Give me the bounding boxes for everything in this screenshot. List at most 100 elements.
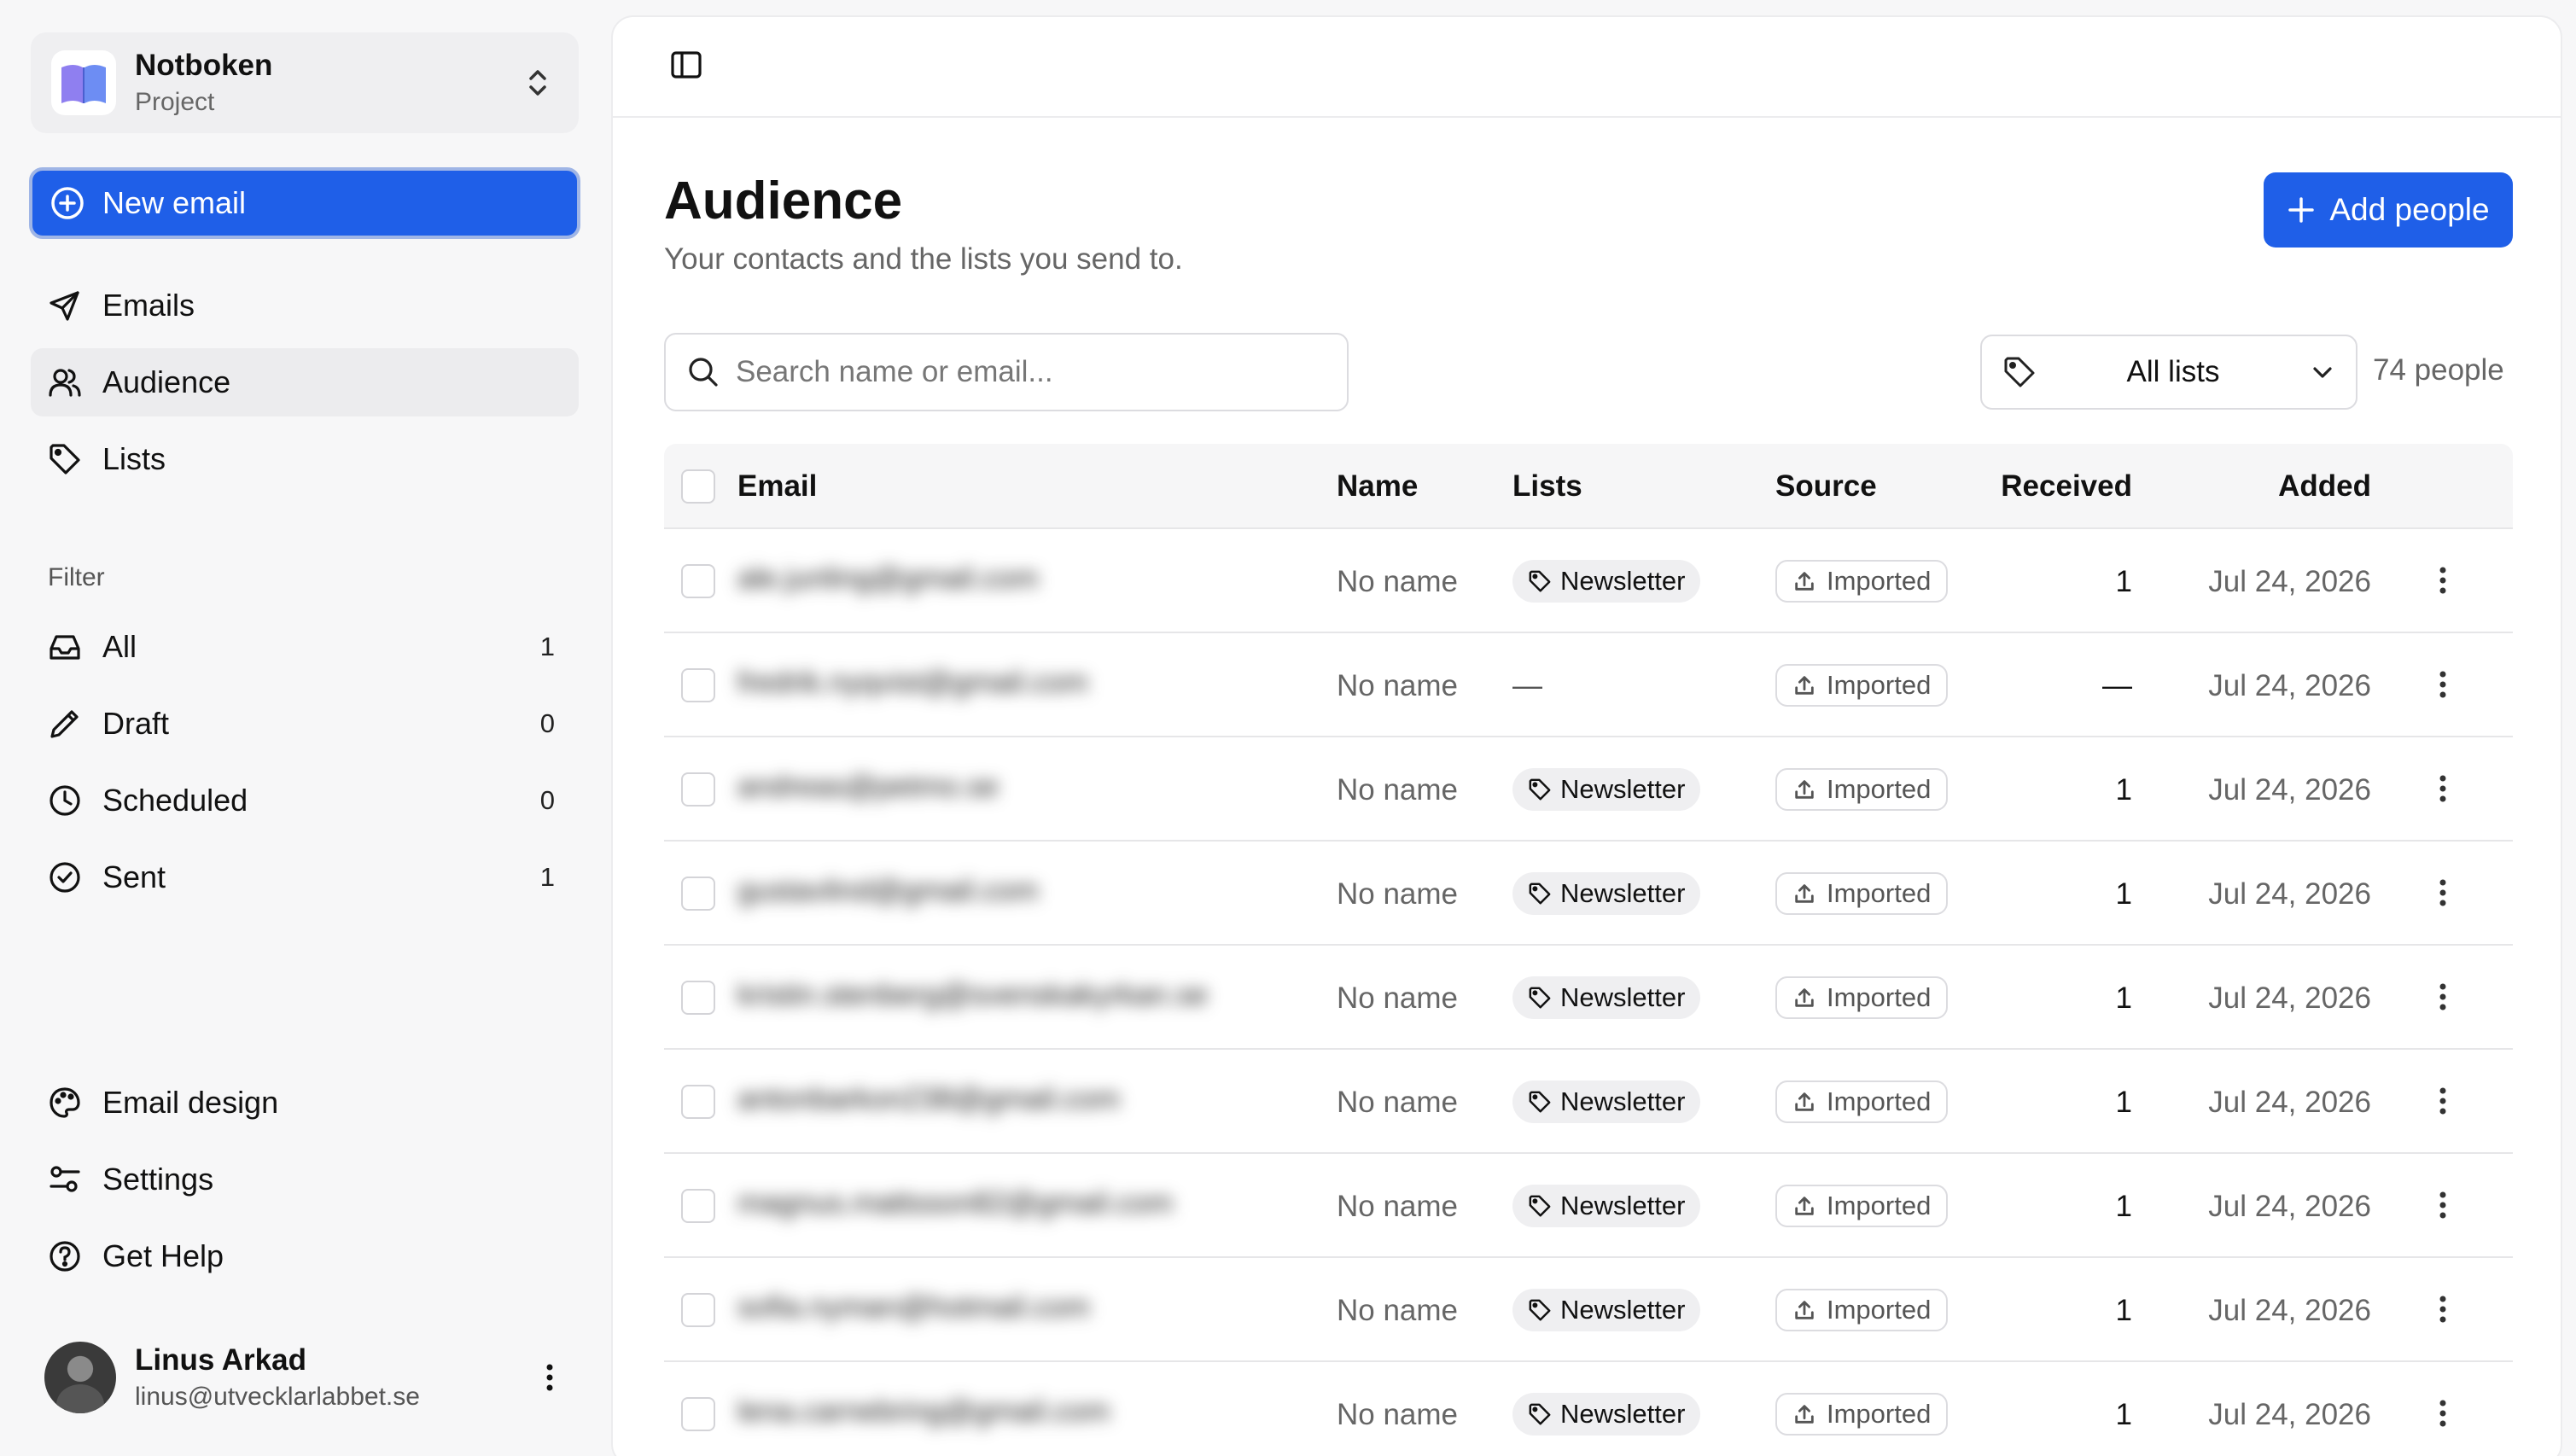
table-row[interactable]: sofia.nyman@hotmail.com No name Newslett… — [664, 1258, 2513, 1362]
select-all-checkbox[interactable] — [681, 469, 715, 504]
page-title: Audience — [664, 172, 903, 230]
row-checkbox[interactable] — [681, 877, 715, 911]
filter-item-draft[interactable]: Draft 0 — [31, 690, 579, 758]
table-row[interactable]: antonbarkon238@gmail.com No name Newslet… — [664, 1050, 2513, 1154]
plus-circle-icon — [50, 185, 85, 221]
search-box[interactable] — [664, 333, 1349, 411]
table-row[interactable]: andreas@petmo.se No name Newsletter Impo… — [664, 737, 2513, 842]
audience-table: Email Name Lists Source Received Added a… — [664, 444, 2513, 1456]
row-name: No name — [1337, 1190, 1459, 1223]
row-source: Imported — [1775, 872, 1949, 915]
chevrons-up-down-icon — [524, 66, 551, 100]
table-row[interactable]: fredrik.nyqvist@gmail.com No name — Impo… — [664, 633, 2513, 737]
row-checkbox[interactable] — [681, 772, 715, 807]
row-more-icon[interactable] — [2438, 1292, 2448, 1326]
list-tag-label: Newsletter — [1560, 774, 1686, 804]
upload-icon — [1795, 1197, 1814, 1215]
column-header-source[interactable]: Source — [1775, 469, 1877, 504]
list-tag-label: Newsletter — [1560, 1086, 1686, 1116]
nav-item-email-design[interactable]: Email design — [31, 1069, 579, 1137]
user-profile[interactable]: Linus Arkad linus@utvecklarlabbet.se — [44, 1338, 574, 1417]
row-more-icon[interactable] — [2438, 772, 2448, 806]
row-more-icon[interactable] — [2438, 1396, 2448, 1430]
row-email: lena.carnebring@gmail.com — [737, 1395, 1110, 1428]
row-checkbox[interactable] — [681, 1189, 715, 1223]
source-badge-label: Imported — [1827, 774, 1932, 804]
filter-item-label: Scheduled — [102, 783, 248, 818]
column-header-added[interactable]: Added — [2166, 469, 2371, 504]
row-lists: Newsletter — [1512, 976, 1701, 1019]
nav-item-lists[interactable]: Lists — [31, 425, 579, 493]
row-name: No name — [1337, 981, 1459, 1015]
row-received: 1 — [2115, 565, 2132, 598]
tag-icon — [1529, 1299, 1551, 1321]
nav-item-settings[interactable]: Settings — [31, 1145, 579, 1214]
row-more-icon[interactable] — [2438, 563, 2448, 597]
row-lists: Newsletter — [1512, 1289, 1701, 1331]
row-more-icon[interactable] — [2438, 667, 2448, 702]
row-name: No name — [1337, 1294, 1459, 1327]
table-row[interactable]: lena.carnebring@gmail.com No name Newsle… — [664, 1362, 2513, 1456]
row-more-icon[interactable] — [2438, 876, 2448, 910]
row-added: Jul 24, 2026 — [2208, 1190, 2371, 1223]
nav-item-get-help[interactable]: Get Help — [31, 1222, 579, 1290]
row-checkbox[interactable] — [681, 981, 715, 1015]
row-lists: — — [1512, 669, 1542, 702]
row-more-icon[interactable] — [2438, 980, 2448, 1014]
filter-item-all[interactable]: All 1 — [31, 613, 579, 681]
row-more-icon[interactable] — [2438, 1188, 2448, 1222]
row-received: 1 — [2115, 1294, 2132, 1327]
search-input[interactable] — [736, 355, 1316, 389]
filter-item-scheduled[interactable]: Scheduled 0 — [31, 766, 579, 835]
row-checkbox[interactable] — [681, 1085, 715, 1119]
palette-icon — [48, 1086, 82, 1120]
add-people-button[interactable]: Add people — [2264, 172, 2513, 248]
more-vertical-icon[interactable] — [545, 1360, 555, 1395]
nav-item-emails[interactable]: Emails — [31, 271, 579, 340]
column-header-email[interactable]: Email — [737, 469, 817, 504]
table-row[interactable]: magnus.mattsson82@gmail.com No name News… — [664, 1154, 2513, 1258]
new-email-button[interactable]: New email — [29, 167, 580, 239]
row-email: magnus.mattsson82@gmail.com — [737, 1186, 1174, 1220]
row-email: gustavlind@gmail.com — [737, 874, 1039, 907]
book-logo-icon — [51, 50, 116, 115]
source-badge-label: Imported — [1827, 1191, 1932, 1220]
row-received: — — [2102, 669, 2132, 702]
tag-icon — [2002, 355, 2037, 389]
column-header-name[interactable]: Name — [1337, 469, 1418, 504]
list-tag: Newsletter — [1512, 768, 1701, 811]
row-checkbox[interactable] — [681, 564, 715, 598]
source-badge: Imported — [1775, 1080, 1949, 1123]
sidebar-toggle-icon[interactable] — [669, 48, 703, 82]
filter-item-label: All — [102, 629, 137, 664]
row-more-icon[interactable] — [2438, 1084, 2448, 1118]
filter-item-label: Sent — [102, 859, 166, 894]
table-row[interactable]: ale.junling@gmail.com No name Newsletter… — [664, 529, 2513, 633]
row-lists: Newsletter — [1512, 1185, 1701, 1227]
filter-item-sent[interactable]: Sent 1 — [31, 843, 579, 911]
list-tag-label: Newsletter — [1560, 566, 1686, 596]
row-checkbox[interactable] — [681, 668, 715, 702]
row-source: Imported — [1775, 664, 1949, 707]
source-badge-label: Imported — [1827, 670, 1932, 700]
row-email: sofia.nyman@hotmail.com — [737, 1290, 1090, 1324]
list-tag: Newsletter — [1512, 1393, 1701, 1436]
user-email: linus@utvecklarlabbet.se — [135, 1383, 420, 1411]
list-tag: Newsletter — [1512, 1289, 1701, 1331]
project-switcher[interactable]: Notboken Project — [31, 32, 579, 133]
table-header: Email Name Lists Source Received Added — [664, 444, 2513, 529]
search-icon — [686, 355, 720, 389]
nav-item-audience[interactable]: Audience — [31, 348, 579, 416]
column-header-lists[interactable]: Lists — [1512, 469, 1582, 504]
source-badge: Imported — [1775, 1289, 1949, 1331]
column-header-received[interactable]: Received — [1979, 469, 2132, 504]
row-checkbox[interactable] — [681, 1293, 715, 1327]
table-row[interactable]: gustavlind@gmail.com No name Newsletter … — [664, 842, 2513, 946]
table-row[interactable]: kristin.stenberg@svenskakyrkan.se No nam… — [664, 946, 2513, 1050]
row-name: No name — [1337, 565, 1459, 598]
row-lists: Newsletter — [1512, 768, 1701, 811]
row-lists: Newsletter — [1512, 1080, 1701, 1123]
list-filter-select[interactable]: All lists — [1980, 335, 2357, 410]
row-checkbox[interactable] — [681, 1397, 715, 1431]
source-badge-label: Imported — [1827, 1295, 1932, 1325]
